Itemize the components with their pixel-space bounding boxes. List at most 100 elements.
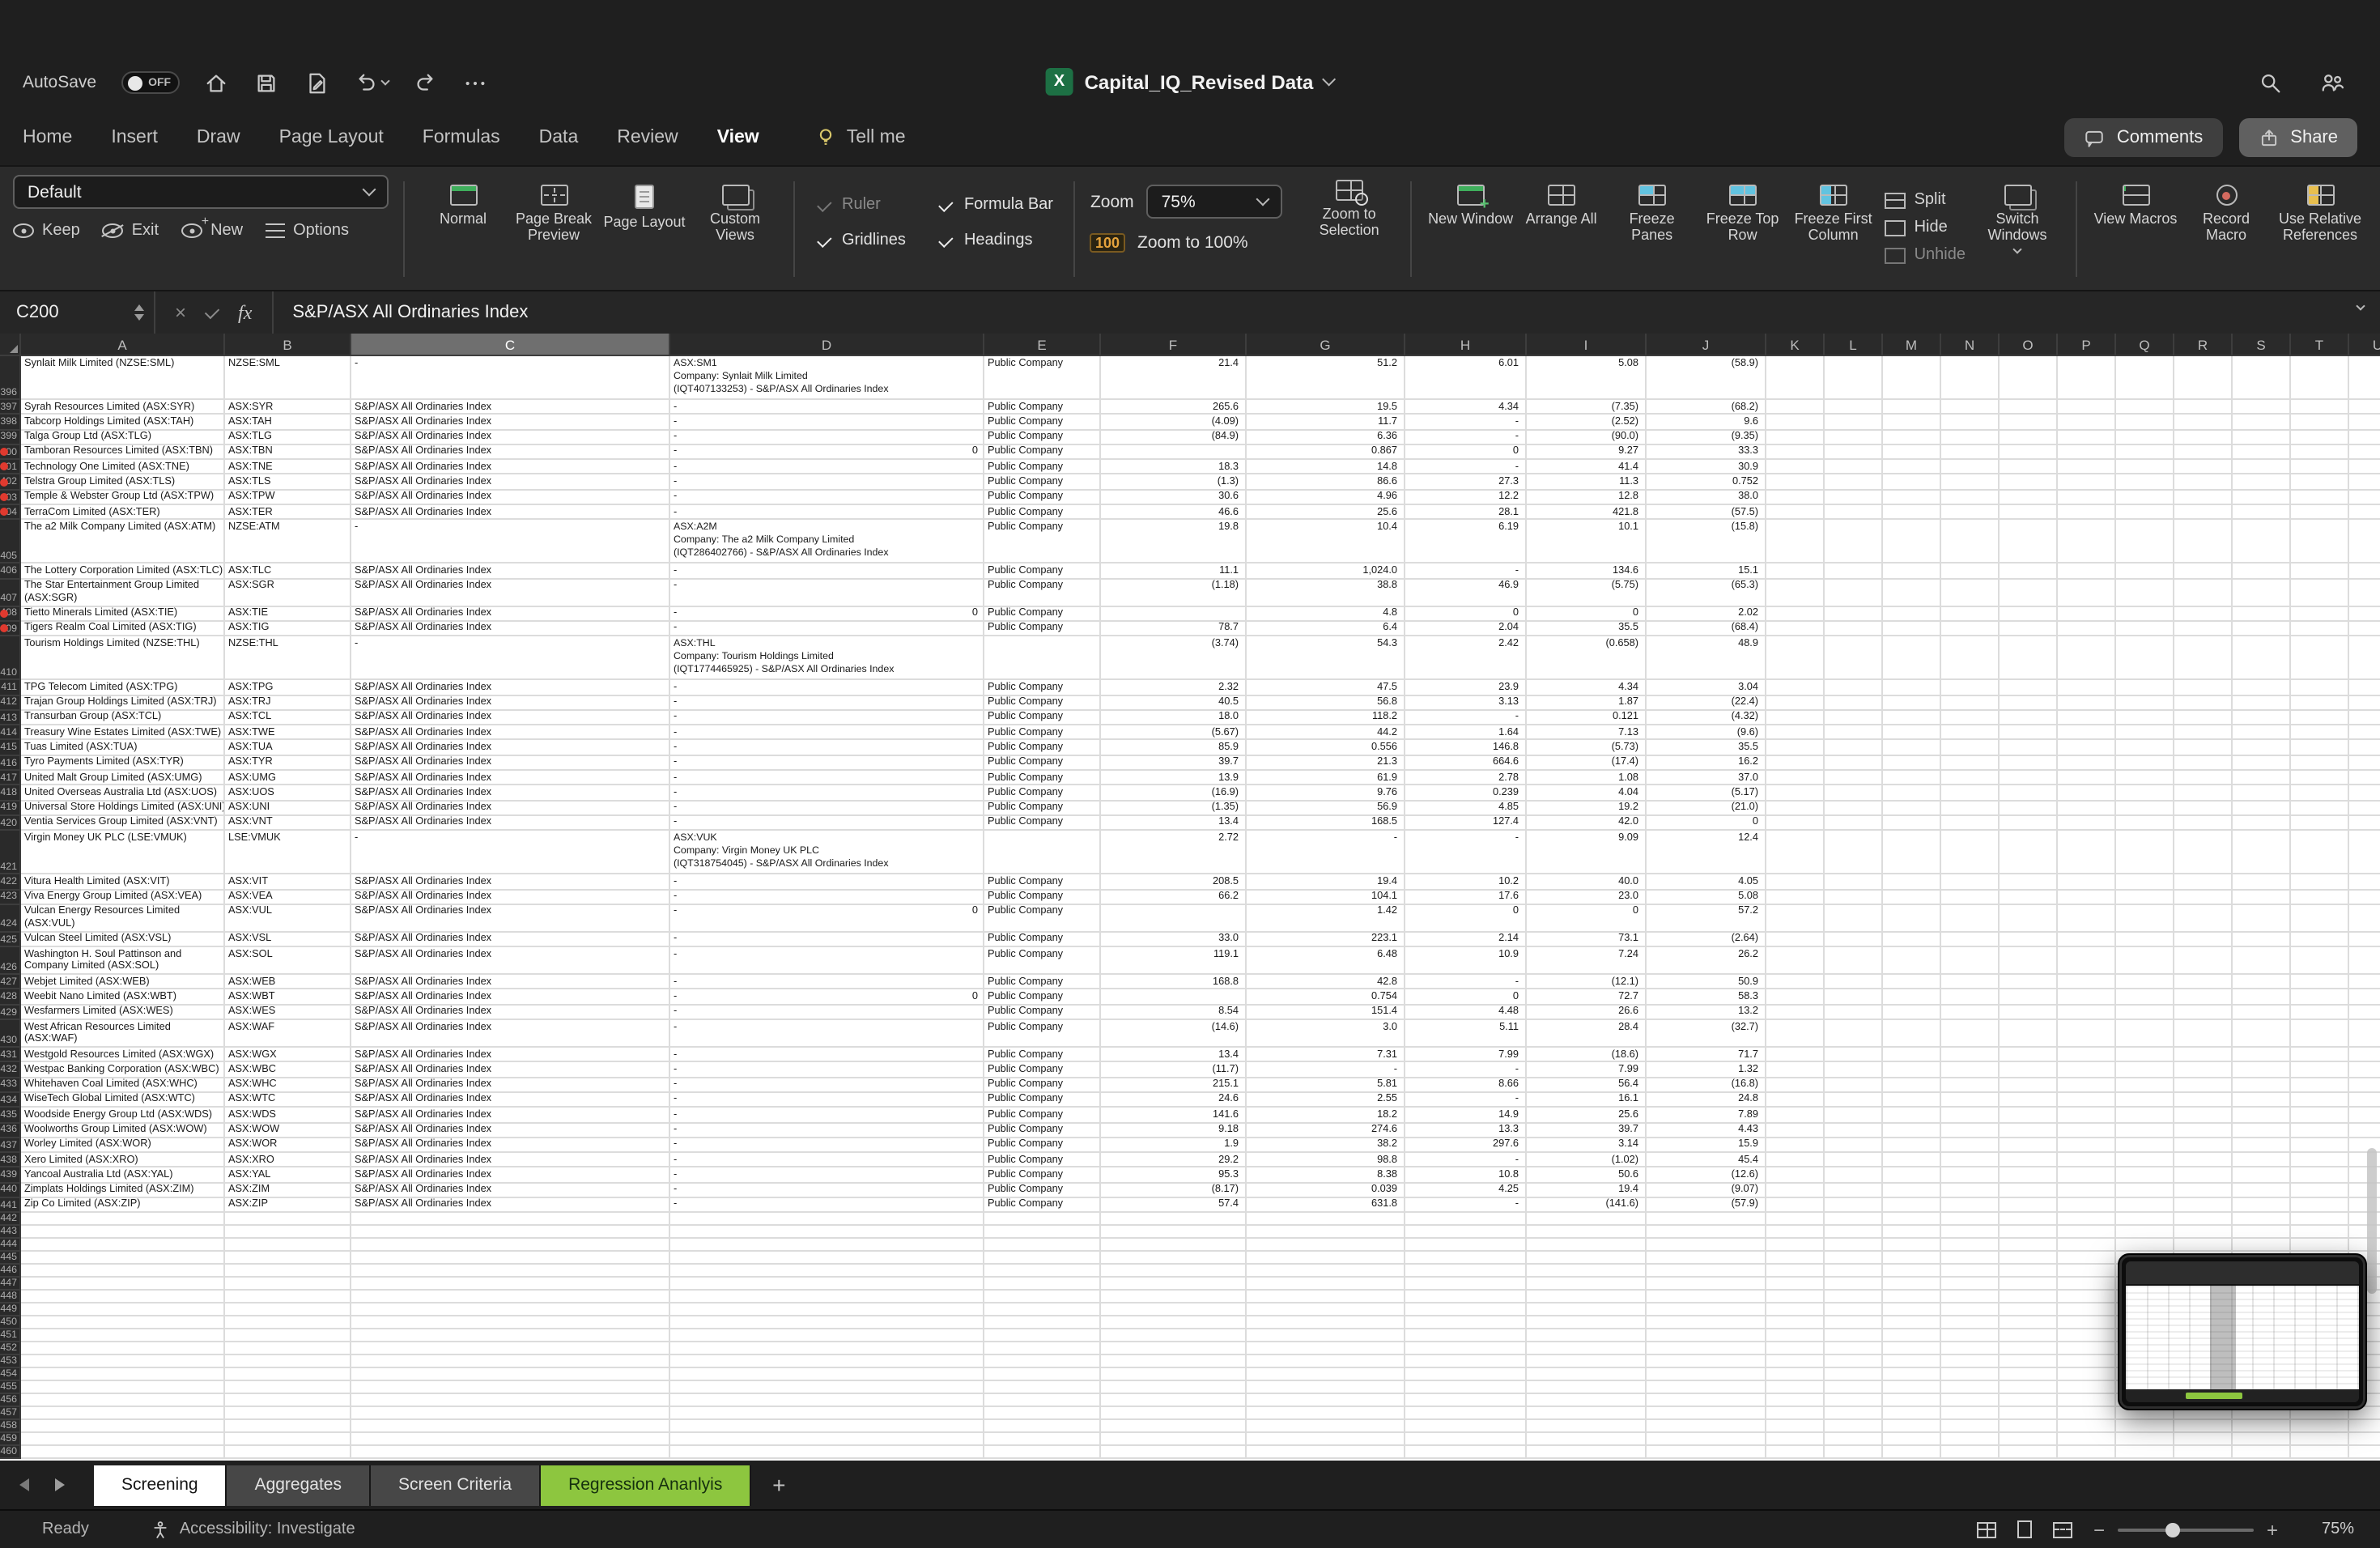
cell-empty[interactable] [2174,474,2233,491]
row-header[interactable]: 446 [0,1265,21,1278]
cell-value[interactable]: 631.8 [1247,1197,1405,1214]
cell-empty[interactable] [1883,815,1941,831]
cell-company[interactable]: West African Resources Limited (ASX:WAF) [21,1020,225,1048]
cell-empty[interactable] [670,1355,984,1369]
row-header[interactable]: 444 [0,1239,21,1252]
cell-value[interactable]: 13.9 [1101,771,1247,786]
cell-empty[interactable] [1766,680,1825,696]
cell-empty[interactable] [2116,831,2174,875]
cell-empty[interactable] [1883,989,1941,1006]
cell-empty[interactable] [2000,1265,2058,1278]
cell-company-type[interactable]: Public Company [984,1138,1101,1154]
cell-value[interactable]: 0.039 [1247,1183,1405,1198]
cell-company-type[interactable]: Public Company [984,975,1101,990]
row-header[interactable]: 449 [0,1303,21,1317]
cell-value[interactable]: 119.1 [1101,947,1247,976]
cell-company[interactable]: Viva Energy Group Limited (ASX:VEA) [21,890,225,905]
cell-empty[interactable] [2116,415,2174,431]
cell-empty[interactable] [2116,947,2174,976]
cell-empty[interactable] [670,1342,984,1356]
cell-empty[interactable] [1883,1020,1941,1048]
cell-value[interactable]: 30.6 [1101,490,1247,506]
cell-empty[interactable] [1647,1407,1766,1421]
cell-empty[interactable] [1647,1433,1766,1447]
cell-empty[interactable] [1247,1342,1405,1356]
cell-empty[interactable] [351,1355,670,1369]
row-header[interactable]: 431 [0,1048,21,1063]
cell-value[interactable]: (5.75) [1527,579,1647,607]
cell-detail[interactable]: - [670,1167,984,1184]
cell-empty[interactable] [2291,725,2349,741]
cell-company-type[interactable] [984,636,1101,681]
formula-input[interactable]: S&P/ASX All Ordinaries Index [273,303,528,322]
cell-value[interactable]: 664.6 [1405,755,1527,772]
cell-empty[interactable] [1825,932,1883,948]
cell-empty[interactable] [21,1252,225,1265]
cell-value[interactable]: - [1405,975,1527,990]
cell-empty[interactable] [351,1394,670,1408]
cell-empty[interactable] [1825,1291,1883,1304]
cell-ticker[interactable]: ASX:WEB [225,975,351,990]
cell-empty[interactable] [1883,1183,1941,1198]
cell-company-type[interactable]: Public Company [984,1005,1101,1021]
cell-value[interactable]: 7.99 [1527,1062,1647,1078]
cell-ticker[interactable]: ASX:WAF [225,1020,351,1048]
cell-empty[interactable] [2116,1092,2174,1108]
cell-ticker[interactable]: ASX:YAL [225,1167,351,1184]
cell-empty[interactable] [2058,1048,2116,1063]
cell-empty[interactable] [1101,1226,1247,1240]
cell-value[interactable]: - [1405,1153,1527,1168]
cell-index-membership[interactable]: S&P/ASX All Ordinaries Index [351,1020,670,1048]
cell-company-type[interactable]: Public Company [984,680,1101,696]
cell-value[interactable]: (57.9) [1647,1197,1766,1214]
cell-ticker[interactable]: ASX:ZIP [225,1197,351,1214]
cell-empty[interactable] [2174,415,2233,431]
cell-empty[interactable] [2291,1048,2349,1063]
cell-empty[interactable] [351,1226,670,1240]
cell-value[interactable]: (12.6) [1647,1167,1766,1184]
cell-empty[interactable] [1527,1381,1647,1395]
cell-index-membership[interactable]: S&P/ASX All Ordinaries Index [351,430,670,445]
cell-empty[interactable] [2291,874,2349,891]
cell-company-type[interactable]: Public Company [984,1153,1101,1168]
cell-empty[interactable] [2233,755,2291,772]
cell-value[interactable]: 46.9 [1405,579,1527,607]
cell-empty[interactable] [1883,1342,1941,1356]
cell-empty[interactable] [2291,356,2349,400]
row-header[interactable]: 442 [0,1213,21,1227]
tab-draw[interactable]: Draw [197,128,240,147]
cell-company[interactable]: Synlait Milk Limited (NZSE:SML) [21,356,225,400]
cell-empty[interactable] [2291,1239,2349,1252]
cell-empty[interactable] [2291,932,2349,948]
cell-empty[interactable] [2174,1108,2233,1123]
column-header-J[interactable]: J [1647,334,1766,356]
cell-empty[interactable] [1647,1291,1766,1304]
cell-empty[interactable] [1825,636,1883,681]
cell-empty[interactable] [1825,356,1883,400]
cell-empty[interactable] [2233,904,2291,933]
row-header[interactable]: 457 [0,1407,21,1421]
cell-empty[interactable] [2174,989,2233,1006]
cell-value[interactable]: 4.05 [1647,874,1766,891]
cell-empty[interactable] [1883,1226,1941,1240]
cell-empty[interactable] [1527,1342,1647,1356]
cell-empty[interactable] [2058,1138,2116,1154]
accessibility-status[interactable]: Accessibility: Investigate [151,1520,355,1539]
cell-empty[interactable] [1247,1368,1405,1382]
gridlines-checkbox[interactable]: Gridlines [816,232,906,249]
cell-empty[interactable] [2058,1291,2116,1304]
cell-company[interactable]: Tabcorp Holdings Limited (ASX:TAH) [21,415,225,431]
cell-value[interactable]: 265.6 [1101,400,1247,415]
cell-company-type[interactable]: Public Company [984,490,1101,506]
use-relative-references-button[interactable]: Use Relative References [2273,180,2367,283]
cell-empty[interactable] [1941,785,2000,802]
cell-empty[interactable] [984,1316,1101,1330]
cell-index-membership[interactable]: S&P/ASX All Ordinaries Index [351,695,670,711]
cell-index-membership[interactable]: S&P/ASX All Ordinaries Index [351,1092,670,1108]
cell-empty[interactable] [2116,579,2174,607]
cell-empty[interactable] [1941,505,2000,521]
row-header[interactable]: 454 [0,1368,21,1382]
cell-value[interactable]: 2.72 [1101,831,1247,875]
cell-company[interactable]: Transurban Group (ASX:TCL) [21,710,225,726]
cell-empty[interactable] [2000,1420,2058,1434]
